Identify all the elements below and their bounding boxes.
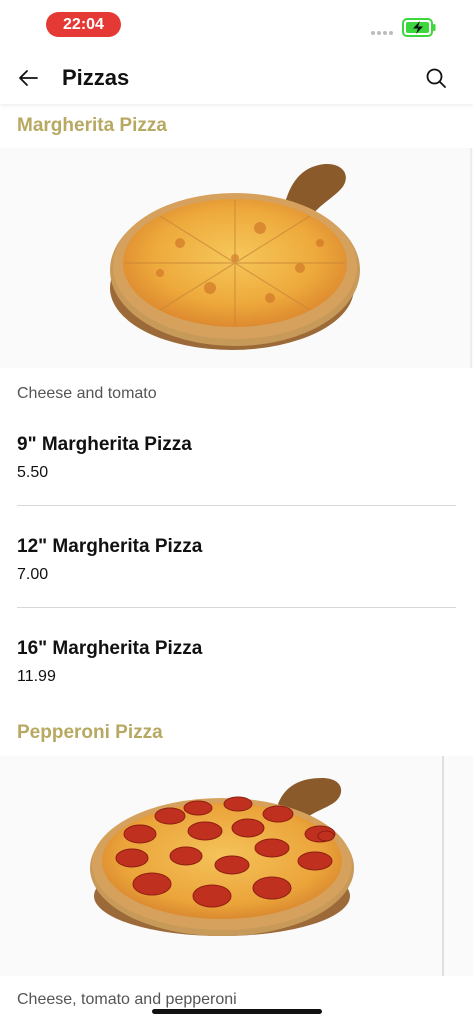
menu-item-name[interactable]: 9" Margherita Pizza [17, 434, 192, 456]
back-button[interactable] [14, 64, 42, 92]
pepperoni-pizza-image[interactable] [0, 756, 473, 976]
margherita-pizza-illustration [0, 148, 473, 368]
screen: 22:04 Pizzas Margherita Pizza Cheese and… [0, 0, 473, 1024]
signal-icon [371, 31, 393, 35]
section-title-margherita: Margherita Pizza [17, 115, 167, 136]
search-button[interactable] [422, 64, 450, 92]
pepperoni-pizza-illustration [0, 756, 473, 976]
status-bar: 22:04 [0, 0, 473, 52]
description-margherita: Cheese and tomato [17, 385, 157, 402]
status-time: 22:04 [46, 12, 121, 37]
menu-item-price: 5.50 [17, 464, 49, 481]
menu-item-name[interactable]: 12" Margherita Pizza [17, 536, 202, 558]
app-bar: Pizzas [0, 52, 473, 104]
home-indicator[interactable] [152, 1009, 322, 1014]
menu-item-price: 7.00 [17, 566, 49, 583]
item-divider [17, 607, 456, 608]
battery-charging-icon [402, 18, 436, 37]
item-divider [17, 505, 456, 506]
section-title-pepperoni: Pepperoni Pizza [17, 722, 163, 743]
search-icon [426, 68, 446, 88]
back-arrow-icon [19, 70, 38, 86]
description-pepperoni: Cheese, tomato and pepperoni [17, 991, 237, 1008]
margherita-pizza-image[interactable] [0, 148, 473, 368]
menu-item-price: 11.99 [17, 668, 56, 685]
page-title: Pizzas [62, 65, 130, 90]
menu-item-name[interactable]: 16" Margherita Pizza [17, 638, 202, 660]
